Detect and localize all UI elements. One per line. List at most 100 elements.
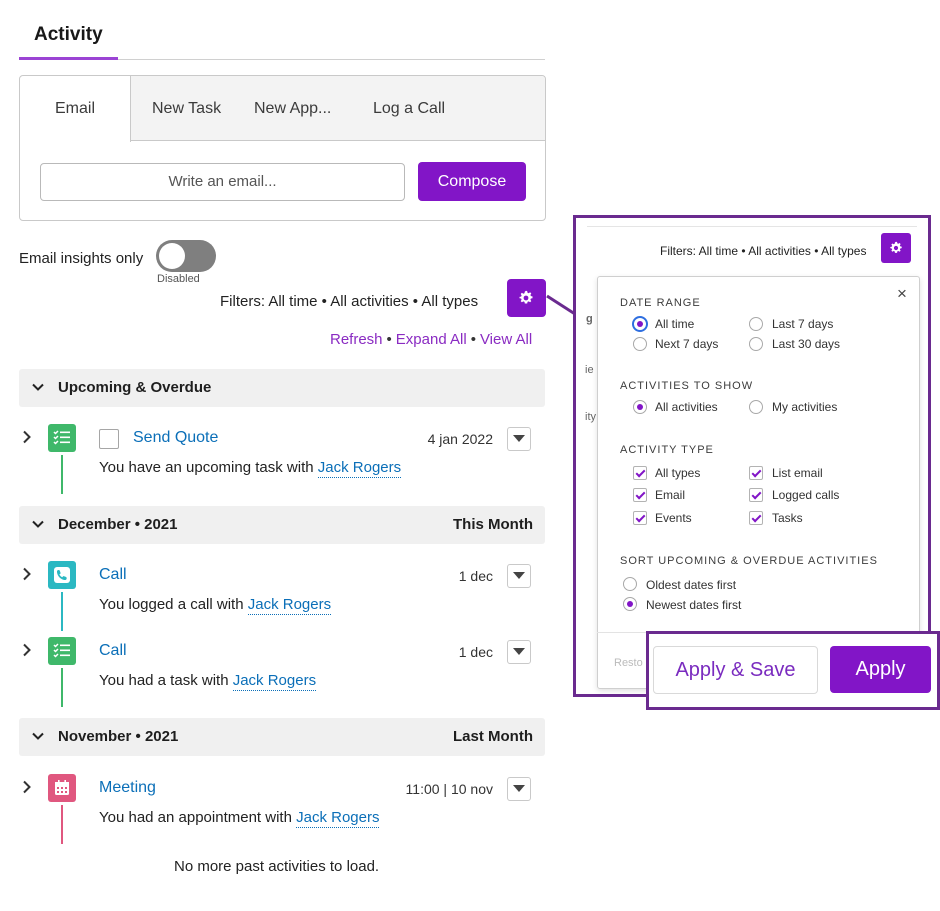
timeline-line <box>61 805 63 844</box>
filter-links: Refresh • Expand All • View All <box>330 331 532 348</box>
phone-icon <box>54 567 70 583</box>
cropped-text: ity <box>585 411 596 423</box>
tab-new-appointment[interactable]: New App... <box>254 100 331 118</box>
contact-link[interactable]: Jack Rogers <box>296 809 380 828</box>
activity-menu-button[interactable] <box>507 427 531 451</box>
radio-last-7-days[interactable] <box>749 317 763 331</box>
timeline-line <box>61 455 63 494</box>
activity-description: You logged a call with Jack Rogers <box>99 596 332 615</box>
radio-all-activities[interactable] <box>633 400 647 414</box>
expand-all-link[interactable]: Expand All <box>396 331 467 348</box>
contact-link[interactable]: Jack Rogers <box>317 459 402 478</box>
activity-description: You have an upcoming task with Jack Roge… <box>99 459 402 478</box>
checkbox-tasks[interactable] <box>749 511 763 525</box>
task-list-icon <box>53 430 70 445</box>
activity-title-link[interactable]: Meeting <box>99 779 156 797</box>
radio-label: Last 30 days <box>772 337 841 351</box>
compose-button[interactable]: Compose <box>418 162 526 201</box>
checkbox-all-types[interactable] <box>633 466 647 480</box>
view-all-link[interactable]: View All <box>480 331 532 348</box>
radio-label: Oldest dates first <box>646 578 737 592</box>
activity-description-text: You had an appointment with <box>99 809 292 826</box>
section-header-upcoming[interactable]: Upcoming & Overdue <box>19 369 545 407</box>
page-title: Activity <box>34 24 103 45</box>
apply-and-save-button[interactable]: Apply & Save <box>653 646 818 694</box>
tab-new-task[interactable]: New Task <box>152 100 221 118</box>
checkbox-email[interactable] <box>633 488 647 502</box>
cropped-text: g <box>586 313 593 325</box>
restore-link[interactable]: Resto <box>614 657 643 669</box>
chevron-down-icon <box>513 648 525 655</box>
activity-date: 4 jan 2022 <box>427 431 493 447</box>
section-header-december[interactable]: December • 2021 This Month <box>19 506 545 544</box>
chevron-right-icon[interactable] <box>21 430 33 444</box>
email-insights-label: Email insights only <box>19 250 144 267</box>
title-active-underline <box>19 57 118 60</box>
refresh-link[interactable]: Refresh <box>330 331 383 348</box>
radio-oldest-dates-first[interactable] <box>623 577 637 591</box>
email-insights-toggle[interactable] <box>156 240 216 272</box>
filters-summary: Filters: All time • All activities • All… <box>220 293 479 310</box>
task-complete-checkbox[interactable] <box>99 429 119 449</box>
timeline-line <box>61 668 63 707</box>
activity-description-text: You logged a call with <box>99 596 244 613</box>
radio-my-activities[interactable] <box>749 400 763 414</box>
tab-email[interactable]: Email <box>20 76 131 142</box>
chevron-down-icon <box>513 572 525 579</box>
panel-divider <box>587 226 917 227</box>
chevron-down-icon <box>32 732 44 740</box>
chevron-right-icon[interactable] <box>21 567 33 581</box>
activity-title-link[interactable]: Call <box>99 566 127 584</box>
activity-date: 11:00 | 10 nov <box>405 781 493 797</box>
radio-all-time[interactable] <box>633 317 647 331</box>
activity-description: You had a task with Jack Rogers <box>99 672 317 691</box>
radio-label: Next 7 days <box>655 337 719 351</box>
composer-card: Email New Task New App... Log a Call Wri… <box>19 75 546 221</box>
checkbox-logged-calls[interactable] <box>749 488 763 502</box>
chevron-right-icon[interactable] <box>21 643 33 657</box>
checkbox-list-email[interactable] <box>749 466 763 480</box>
section-period: This Month <box>453 516 533 533</box>
tab-log-a-call[interactable]: Log a Call <box>373 100 445 118</box>
calendar-icon <box>55 780 69 795</box>
gear-icon <box>519 290 533 304</box>
section-header-november[interactable]: November • 2021 Last Month <box>19 718 545 756</box>
radio-last-30-days[interactable] <box>749 337 763 351</box>
activity-menu-button[interactable] <box>507 640 531 664</box>
date-range-heading: DATE RANGE <box>620 297 701 309</box>
activity-menu-button[interactable] <box>507 777 531 801</box>
checkbox-events[interactable] <box>633 511 647 525</box>
section-period: Last Month <box>453 728 533 745</box>
activity-menu-button[interactable] <box>507 564 531 588</box>
filter-settings-button[interactable] <box>507 279 546 317</box>
contact-link[interactable]: Jack Rogers <box>232 672 317 691</box>
toggle-state-text: Disabled <box>157 273 200 285</box>
chevron-right-icon[interactable] <box>21 780 33 794</box>
contact-link[interactable]: Jack Rogers <box>247 596 332 615</box>
cropped-text: ie <box>585 364 594 376</box>
radio-newest-dates-first[interactable] <box>623 597 637 611</box>
apply-button[interactable]: Apply <box>830 646 931 693</box>
activity-title-link[interactable]: Send Quote <box>133 429 218 447</box>
checkbox-label: All types <box>655 466 701 480</box>
radio-label: Last 7 days <box>772 317 834 331</box>
section-title: Upcoming & Overdue <box>58 379 212 396</box>
radio-label: All time <box>655 317 695 331</box>
panel-filters-summary: Filters: All time • All activities • All… <box>660 244 867 258</box>
activity-title-link[interactable]: Call <box>99 642 127 660</box>
activity-description-text: You have an upcoming task with <box>99 459 314 476</box>
radio-next-7-days[interactable] <box>633 337 647 351</box>
chevron-down-icon <box>513 435 525 442</box>
chevron-down-icon <box>513 785 525 792</box>
tab-email-label: Email <box>55 100 96 117</box>
activity-description-text: You had a task with <box>99 672 229 689</box>
chevron-down-icon <box>32 383 44 391</box>
activity-description: You had an appointment with Jack Rogers <box>99 809 380 828</box>
task-icon-badge <box>48 424 76 452</box>
panel-filter-settings-button[interactable] <box>881 233 911 263</box>
activities-to-show-heading: ACTIVITIES TO SHOW <box>620 380 754 392</box>
activity-type-heading: ACTIVITY TYPE <box>620 444 714 456</box>
section-title: November • 2021 <box>58 728 179 745</box>
write-email-input[interactable]: Write an email... <box>40 163 405 201</box>
close-icon[interactable]: × <box>897 284 907 304</box>
